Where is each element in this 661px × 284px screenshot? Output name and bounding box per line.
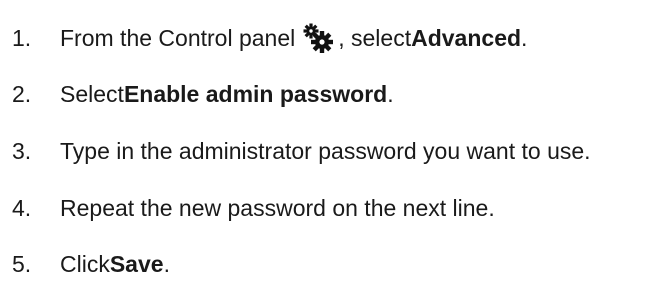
- instruction-list: 1. From the Control panel , select Advan…: [0, 0, 661, 281]
- step-text: Select: [60, 80, 124, 107]
- step-5: 5. Click Save .: [0, 244, 170, 284]
- step-2: 2. Select Enable admin password .: [0, 74, 394, 114]
- ui-term-enable-admin-password: Enable admin password: [123, 80, 388, 107]
- step-text: , select: [338, 24, 412, 51]
- step-text: .: [387, 80, 394, 107]
- step-1: 1. From the Control panel , select Advan…: [0, 18, 527, 58]
- step-number: 4.: [12, 194, 32, 221]
- step-4: 4. Repeat the new password on the next l…: [0, 188, 495, 228]
- ui-term-advanced: Advanced: [411, 24, 522, 51]
- gears-icon: [301, 23, 337, 53]
- step-number: 1.: [12, 24, 32, 51]
- step-text: Type in the administrator password you w…: [60, 137, 591, 164]
- step-3: 3. Type in the administrator password yo…: [0, 131, 591, 171]
- step-text: .: [521, 24, 528, 51]
- step-number: 5.: [12, 250, 32, 277]
- step-number: 3.: [12, 137, 32, 164]
- ui-term-save: Save: [109, 250, 164, 277]
- step-text: .: [163, 250, 170, 277]
- step-text: Repeat the new password on the next line…: [60, 194, 495, 221]
- step-number: 2.: [12, 80, 32, 107]
- step-text: Click: [60, 250, 110, 277]
- step-text: From the Control panel: [60, 24, 296, 51]
